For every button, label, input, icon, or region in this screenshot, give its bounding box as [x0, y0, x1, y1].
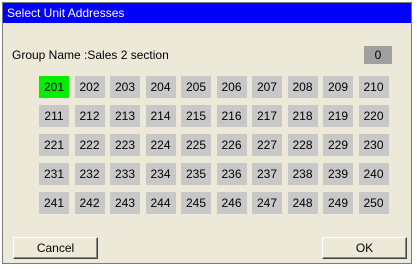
- unit-cell-225[interactable]: 225: [181, 134, 211, 156]
- unit-cell-206[interactable]: 206: [216, 76, 247, 98]
- unit-cell-209[interactable]: 209: [323, 76, 353, 98]
- unit-cell-215[interactable]: 215: [181, 105, 211, 127]
- unit-cell-239[interactable]: 239: [323, 163, 353, 185]
- unit-cell-216[interactable]: 216: [216, 105, 247, 127]
- unit-cell-230[interactable]: 230: [358, 134, 389, 156]
- unit-cell-220[interactable]: 220: [358, 105, 389, 127]
- unit-cell-244[interactable]: 244: [145, 192, 176, 214]
- unit-cell-217[interactable]: 217: [252, 105, 282, 127]
- unit-cell-226[interactable]: 226: [216, 134, 247, 156]
- unit-cell-212[interactable]: 212: [74, 105, 105, 127]
- unit-cell-237[interactable]: 237: [252, 163, 282, 185]
- unit-cell-205[interactable]: 205: [181, 76, 211, 98]
- unit-row: 201 202 203 204 205 206 207 208 209 210: [39, 76, 394, 98]
- unit-cell-232[interactable]: 232: [74, 163, 105, 185]
- unit-cell-202[interactable]: 202: [74, 76, 105, 98]
- unit-cell-247[interactable]: 247: [252, 192, 282, 214]
- unit-row: 211 212 213 214 215 216 217 218 219 220: [39, 105, 394, 127]
- unit-cell-219[interactable]: 219: [323, 105, 353, 127]
- unit-cell-211[interactable]: 211: [39, 105, 69, 127]
- unit-cell-207[interactable]: 207: [252, 76, 282, 98]
- select-unit-addresses-dialog: Select Unit Addresses Group Name :Sales …: [2, 2, 412, 264]
- unit-cell-224[interactable]: 224: [145, 134, 176, 156]
- unit-cell-246[interactable]: 246: [216, 192, 247, 214]
- unit-cell-238[interactable]: 238: [287, 163, 318, 185]
- unit-cell-214[interactable]: 214: [145, 105, 176, 127]
- unit-cell-204[interactable]: 204: [145, 76, 176, 98]
- unit-row: 221 222 223 224 225 226 227 228 229 230: [39, 134, 394, 156]
- unit-cell-241[interactable]: 241: [39, 192, 69, 214]
- unit-cell-208[interactable]: 208: [287, 76, 318, 98]
- cancel-button[interactable]: Cancel: [13, 237, 98, 259]
- unit-row: 241 242 243 244 245 246 247 248 249 250: [39, 192, 394, 214]
- unit-cell-250[interactable]: 250: [358, 192, 389, 214]
- unit-cell-245[interactable]: 245: [181, 192, 211, 214]
- unit-cell-210[interactable]: 210: [358, 76, 389, 98]
- unit-row: 231 232 233 234 235 236 237 238 239 240: [39, 163, 394, 185]
- unit-cell-248[interactable]: 248: [287, 192, 318, 214]
- unit-cell-218[interactable]: 218: [287, 105, 318, 127]
- dialog-title: Select Unit Addresses: [3, 3, 411, 23]
- ok-button[interactable]: OK: [322, 237, 407, 259]
- unit-cell-223[interactable]: 223: [110, 134, 140, 156]
- unit-cell-240[interactable]: 240: [358, 163, 389, 185]
- selected-count-badge: 0: [364, 46, 392, 64]
- unit-cell-203[interactable]: 203: [110, 76, 140, 98]
- unit-address-grid: 201 202 203 204 205 206 207 208 209 210 211 212 213 2…: [39, 76, 394, 221]
- unit-cell-201[interactable]: 201: [39, 76, 69, 98]
- unit-cell-235[interactable]: 235: [181, 163, 211, 185]
- unit-cell-242[interactable]: 242: [74, 192, 105, 214]
- unit-cell-236[interactable]: 236: [216, 163, 247, 185]
- unit-cell-234[interactable]: 234: [145, 163, 176, 185]
- unit-cell-229[interactable]: 229: [323, 134, 353, 156]
- unit-cell-233[interactable]: 233: [110, 163, 140, 185]
- unit-cell-243[interactable]: 243: [110, 192, 140, 214]
- group-name-label: Group Name :Sales 2 section: [12, 48, 169, 62]
- unit-cell-228[interactable]: 228: [287, 134, 318, 156]
- unit-cell-221[interactable]: 221: [39, 134, 69, 156]
- unit-cell-213[interactable]: 213: [110, 105, 140, 127]
- unit-cell-222[interactable]: 222: [74, 134, 105, 156]
- unit-cell-227[interactable]: 227: [252, 134, 282, 156]
- unit-cell-231[interactable]: 231: [39, 163, 69, 185]
- unit-cell-249[interactable]: 249: [323, 192, 353, 214]
